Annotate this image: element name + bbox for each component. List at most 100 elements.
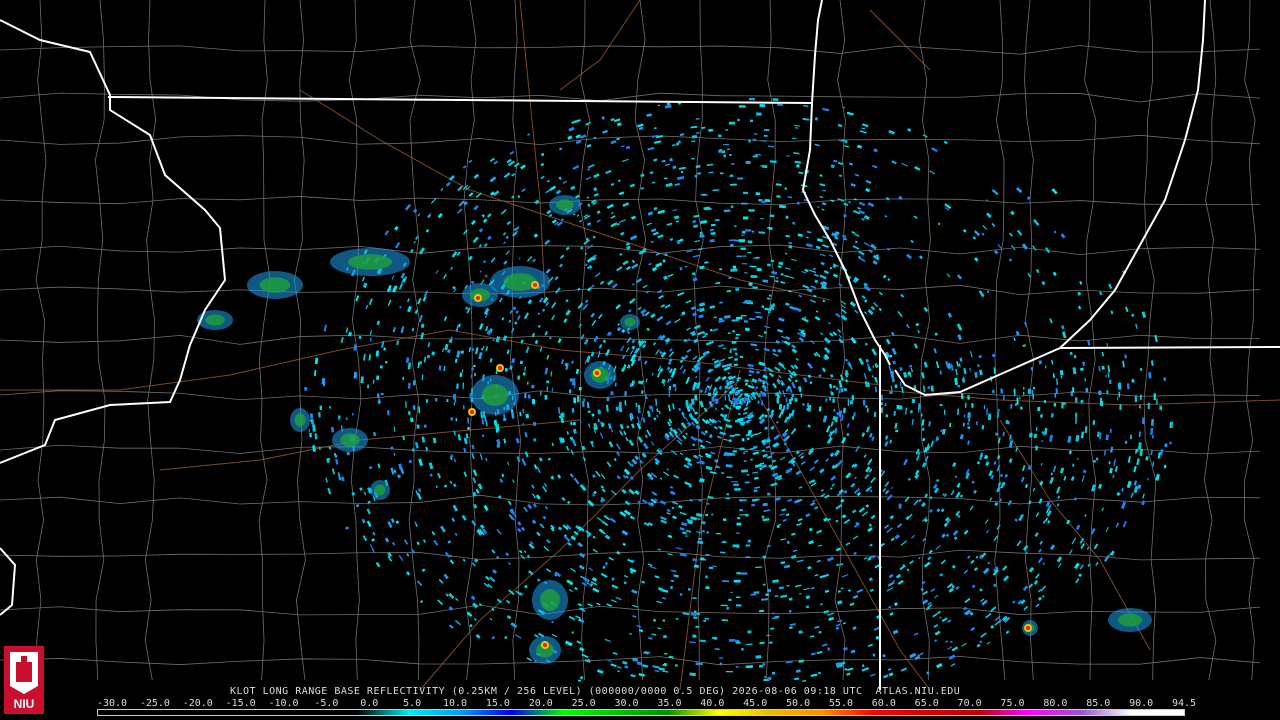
echo-pixel <box>772 98 779 101</box>
echo-pixel <box>587 410 591 413</box>
echo-pixel <box>736 255 742 258</box>
storm-cell-core <box>259 277 291 293</box>
echo-pixel <box>747 251 752 254</box>
echo-pixel <box>726 493 730 496</box>
echo-pixel <box>740 247 746 250</box>
echo-pixel <box>731 341 737 344</box>
scale-label: -15.0 <box>225 698 256 709</box>
echo-pixel <box>719 657 723 659</box>
echo-pixel <box>743 460 747 462</box>
echo-pixel <box>1033 386 1035 390</box>
echo-pixel <box>1140 394 1142 400</box>
echo-pixel <box>776 398 780 404</box>
echo-pixel <box>1085 387 1089 393</box>
echo-pixel <box>743 191 749 195</box>
echo-pixel <box>522 372 526 376</box>
echo-pixel <box>1002 395 1005 401</box>
echo-pixel <box>618 401 622 407</box>
echo-pixel <box>426 354 431 359</box>
echo-pixel <box>741 438 745 442</box>
echo-pixel <box>847 399 849 407</box>
echo-pixel <box>762 663 766 666</box>
echo-pixel <box>473 364 476 368</box>
echo-pixel <box>1139 405 1141 409</box>
echo-pixel <box>1061 402 1064 409</box>
echo-pixel <box>733 348 737 351</box>
echo-pixel <box>337 416 340 421</box>
echo-pixel <box>825 398 827 403</box>
echo-pixel <box>737 418 744 422</box>
scale-label: 90.0 <box>1129 698 1154 709</box>
scale-label: 15.0 <box>485 698 510 709</box>
echo-pixel <box>1100 401 1103 407</box>
echo-pixel <box>730 591 733 594</box>
echo-pixel <box>746 437 750 441</box>
echo-pixel <box>1032 395 1034 400</box>
echo-pixel <box>412 405 416 410</box>
echo-pixel <box>728 598 732 602</box>
echo-pixel <box>742 255 747 257</box>
echo-pixel <box>741 234 745 236</box>
echo-pixel <box>583 398 585 402</box>
scale-label: 45.0 <box>743 698 768 709</box>
color-scale-bar <box>97 709 1185 716</box>
echo-pixel <box>733 579 741 583</box>
echo-pixel <box>678 140 681 144</box>
echo-pixel <box>732 450 737 453</box>
scale-label: 10.0 <box>442 698 468 709</box>
echo-pixel <box>737 118 740 122</box>
echo-pixel <box>736 572 742 575</box>
echo-pixel <box>939 404 943 407</box>
storm-cell-core <box>374 484 386 496</box>
echo-pixel <box>748 282 753 286</box>
echo-pixel <box>755 256 760 259</box>
echo-pixel <box>743 216 749 220</box>
niu-logo[interactable]: NIU <box>4 646 44 714</box>
echo-pixel <box>747 539 752 543</box>
echo-pixel <box>1151 419 1154 426</box>
echo-pixel <box>1117 396 1119 401</box>
echo-pixel <box>741 202 748 205</box>
echo-pixel <box>714 636 717 640</box>
echo-pixel <box>718 134 722 138</box>
echo-pixel <box>1023 387 1025 390</box>
echo-pixel <box>729 439 732 442</box>
echo-pixel <box>734 225 737 227</box>
echo-pixel <box>747 630 752 634</box>
echo-pixel <box>703 619 707 622</box>
echo-pixel <box>1040 414 1043 418</box>
echo-pixel <box>456 383 459 389</box>
echo-pixel <box>568 389 572 394</box>
echo-pixel <box>739 509 743 512</box>
echo-pixel <box>1044 400 1046 403</box>
echo-pixel <box>1092 420 1096 425</box>
echo-pixel <box>754 154 761 156</box>
echo-pixel <box>310 419 312 422</box>
scale-label: 50.0 <box>786 698 811 709</box>
echo-pixel <box>880 394 883 401</box>
echo-pixel <box>572 421 576 426</box>
echo-pixel <box>367 384 370 389</box>
echo-pixel <box>1153 393 1156 400</box>
echo-pixel <box>894 384 898 389</box>
echo-pixel <box>742 499 747 501</box>
echo-pixel <box>722 580 730 583</box>
echo-pixel <box>1080 400 1084 404</box>
echo-pixel <box>453 394 457 400</box>
echo-pixel <box>1028 388 1031 395</box>
echo-pixel <box>707 392 712 397</box>
echo-pixel <box>899 405 903 410</box>
echo-pixel <box>726 290 732 293</box>
scale-label: 25.0 <box>571 698 596 709</box>
echo-pixel <box>606 397 610 402</box>
echo-pixel <box>1156 398 1158 405</box>
echo-pixel <box>734 434 741 436</box>
echo-pixel <box>376 375 380 380</box>
echo-pixel <box>865 405 868 408</box>
echo-pixel <box>467 426 470 430</box>
storm-cell-core <box>1117 613 1143 627</box>
echo-pixel <box>380 393 384 396</box>
echo-pixel <box>745 665 753 669</box>
echo-pixel <box>752 286 758 289</box>
echo-pixel <box>730 348 733 351</box>
